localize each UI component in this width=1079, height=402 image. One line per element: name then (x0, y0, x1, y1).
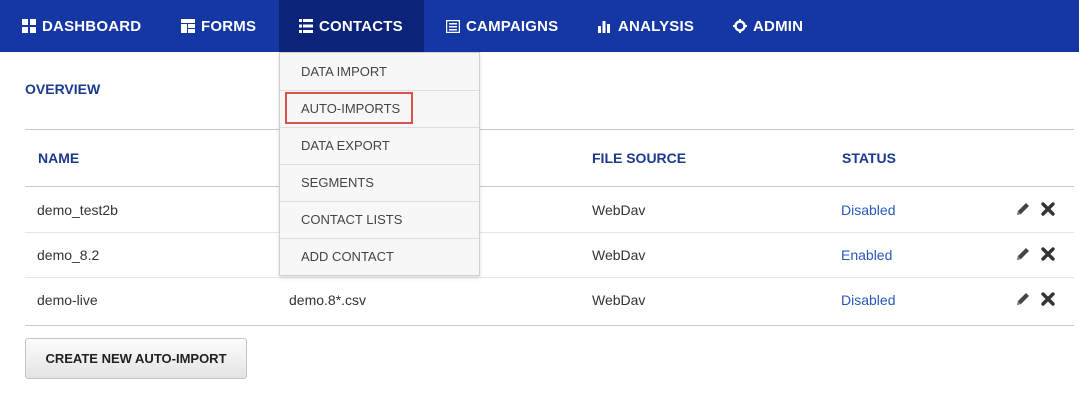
contacts-dropdown-menu: DATA IMPORT AUTO-IMPORTS DATA EXPORT SEG… (279, 52, 480, 276)
top-navigation-bar: DASHBOARD FORMS CONTACTS CAMPAIGNS ANALY… (0, 0, 1079, 52)
row-name: demo_8.2 (37, 247, 100, 263)
nav-forms-label: FORMS (201, 17, 257, 35)
nav-campaigns-label: CAMPAIGNS (466, 17, 559, 35)
delete-close-icon[interactable] (1040, 201, 1056, 222)
section-title: OVERVIEW (25, 81, 101, 97)
list-icon (299, 19, 313, 33)
row-file-source: WebDav (592, 292, 646, 308)
row-status[interactable]: Disabled (841, 292, 895, 308)
edit-pencil-icon[interactable] (1015, 201, 1031, 222)
column-header-file-source[interactable]: FILE SOURCE (592, 150, 686, 166)
create-new-auto-import-button[interactable]: CREATE NEW AUTO-IMPORT (25, 338, 247, 379)
nav-admin-label: ADMIN (753, 17, 804, 35)
delete-close-icon[interactable] (1040, 246, 1056, 267)
forms-icon (181, 19, 195, 33)
dashboard-icon (22, 19, 36, 33)
nav-contacts-label: CONTACTS (319, 17, 403, 35)
nav-analysis[interactable]: ANALYSIS (598, 0, 694, 52)
nav-analysis-label: ANALYSIS (618, 17, 695, 35)
row-status[interactable]: Disabled (841, 202, 895, 218)
nav-admin[interactable]: ADMIN (733, 0, 803, 52)
row-file-pattern: demo.8*.csv (289, 292, 367, 308)
row-name: demo_test2b (37, 202, 118, 218)
menu-item-contact-lists[interactable]: CONTACT LISTS (280, 201, 479, 238)
nav-forms[interactable]: FORMS (181, 0, 256, 52)
menu-item-data-export[interactable]: DATA EXPORT (280, 127, 479, 164)
edit-pencil-icon[interactable] (1015, 246, 1031, 267)
campaigns-icon (446, 19, 460, 33)
bar-chart-icon (598, 21, 610, 33)
row-file-source: WebDav (592, 202, 646, 218)
table-divider (25, 186, 1074, 187)
nav-contacts[interactable]: CONTACTS (279, 0, 424, 52)
menu-item-segments[interactable]: SEGMENTS (280, 164, 479, 201)
menu-item-data-import[interactable]: DATA IMPORT (280, 53, 479, 90)
delete-close-icon[interactable] (1040, 291, 1056, 312)
row-name: demo-live (37, 292, 98, 308)
row-file-source: WebDav (592, 247, 646, 263)
column-header-name[interactable]: NAME (38, 150, 79, 166)
row-divider (25, 277, 1074, 278)
column-header-status[interactable]: STATUS (842, 150, 896, 166)
row-status[interactable]: Enabled (841, 247, 892, 263)
menu-item-add-contact[interactable]: ADD CONTACT (280, 238, 479, 275)
table-divider (25, 325, 1074, 326)
table-divider (25, 129, 1074, 130)
gear-icon (733, 19, 747, 33)
nav-dashboard[interactable]: DASHBOARD (22, 0, 141, 52)
edit-pencil-icon[interactable] (1015, 291, 1031, 312)
highlight-box (285, 92, 413, 124)
row-divider (25, 232, 1074, 233)
nav-campaigns[interactable]: CAMPAIGNS (446, 0, 558, 52)
nav-dashboard-label: DASHBOARD (42, 17, 142, 35)
